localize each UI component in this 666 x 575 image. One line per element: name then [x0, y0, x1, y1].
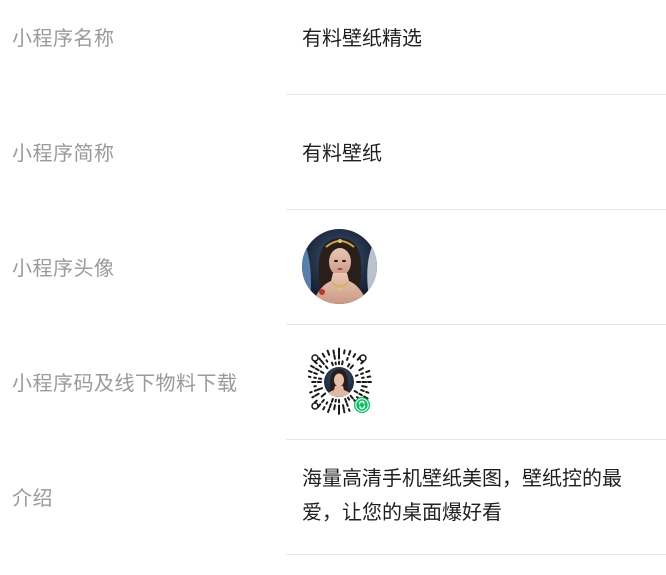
name-value: 有料壁纸精选	[302, 22, 422, 51]
code-spoke	[322, 400, 324, 402]
code-spoke	[312, 397, 314, 398]
code-spoke	[309, 371, 312, 372]
code-spoke	[361, 373, 363, 374]
code-spoke	[326, 402, 327, 403]
code-spoke	[315, 390, 317, 391]
row-name: 小程序名称 有料壁纸精选	[0, 0, 666, 115]
code-spoke	[333, 351, 334, 354]
code-spoke	[320, 366, 321, 367]
code-spoke	[349, 351, 350, 355]
divider	[286, 209, 666, 210]
divider	[286, 324, 666, 325]
code-spoke	[319, 358, 320, 359]
intro-value: 海量高清手机壁纸美图，壁纸控的最爱，让您的桌面爆好看	[302, 461, 652, 529]
code-spoke	[347, 358, 348, 360]
short-name-label: 小程序简称	[12, 137, 115, 166]
code-spoke	[342, 361, 343, 364]
code-spoke	[366, 371, 369, 372]
mini-program-code-image	[302, 345, 376, 419]
code-spoke	[321, 372, 324, 373]
avatar-label: 小程序头像	[12, 252, 115, 281]
name-label: 小程序名称	[12, 22, 115, 51]
code-spoke	[330, 404, 331, 407]
code-spoke	[361, 390, 364, 391]
code-spoke	[315, 401, 317, 403]
code-spoke	[354, 354, 356, 357]
avatar-image	[302, 229, 377, 304]
code-spoke	[332, 363, 333, 365]
qrcode-label: 小程序码及线下物料下载	[12, 367, 238, 396]
code-spoke	[362, 386, 366, 387]
code-spoke	[310, 392, 312, 393]
code-spoke	[326, 366, 328, 368]
code-spoke	[311, 366, 314, 368]
intro-label: 介绍	[12, 482, 53, 511]
code-spoke	[345, 399, 346, 402]
code-spoke	[348, 398, 349, 400]
code-spoke	[344, 350, 345, 353]
avatar[interactable]	[302, 229, 377, 304]
code-spoke	[347, 404, 348, 406]
code-spoke	[366, 392, 368, 393]
row-qrcode: 小程序码及线下物料下载	[0, 345, 666, 460]
code-spoke	[326, 360, 327, 361]
mini-program-code[interactable]	[302, 345, 376, 419]
code-spoke	[328, 351, 330, 355]
code-spoke	[332, 399, 333, 402]
code-spoke	[334, 355, 335, 359]
code-spoke	[359, 394, 362, 395]
code-spoke	[328, 409, 329, 412]
code-spoke	[334, 405, 335, 409]
divider	[286, 94, 666, 95]
row-short-name: 小程序简称 有料壁纸	[0, 115, 666, 230]
code-spoke	[356, 375, 358, 376]
code-spoke	[314, 373, 317, 374]
code-spoke	[355, 391, 358, 393]
code-spoke	[348, 364, 349, 366]
code-spoke	[343, 405, 344, 409]
divider	[286, 439, 666, 440]
row-intro: 介绍 海量高清手机壁纸美图，壁纸控的最爱，让您的桌面爆好看	[0, 460, 666, 575]
row-avatar: 小程序头像	[0, 230, 666, 345]
short-name-value: 有料壁纸	[302, 137, 382, 166]
code-spoke	[323, 407, 324, 409]
code-spoke	[349, 409, 350, 411]
divider	[286, 554, 666, 555]
